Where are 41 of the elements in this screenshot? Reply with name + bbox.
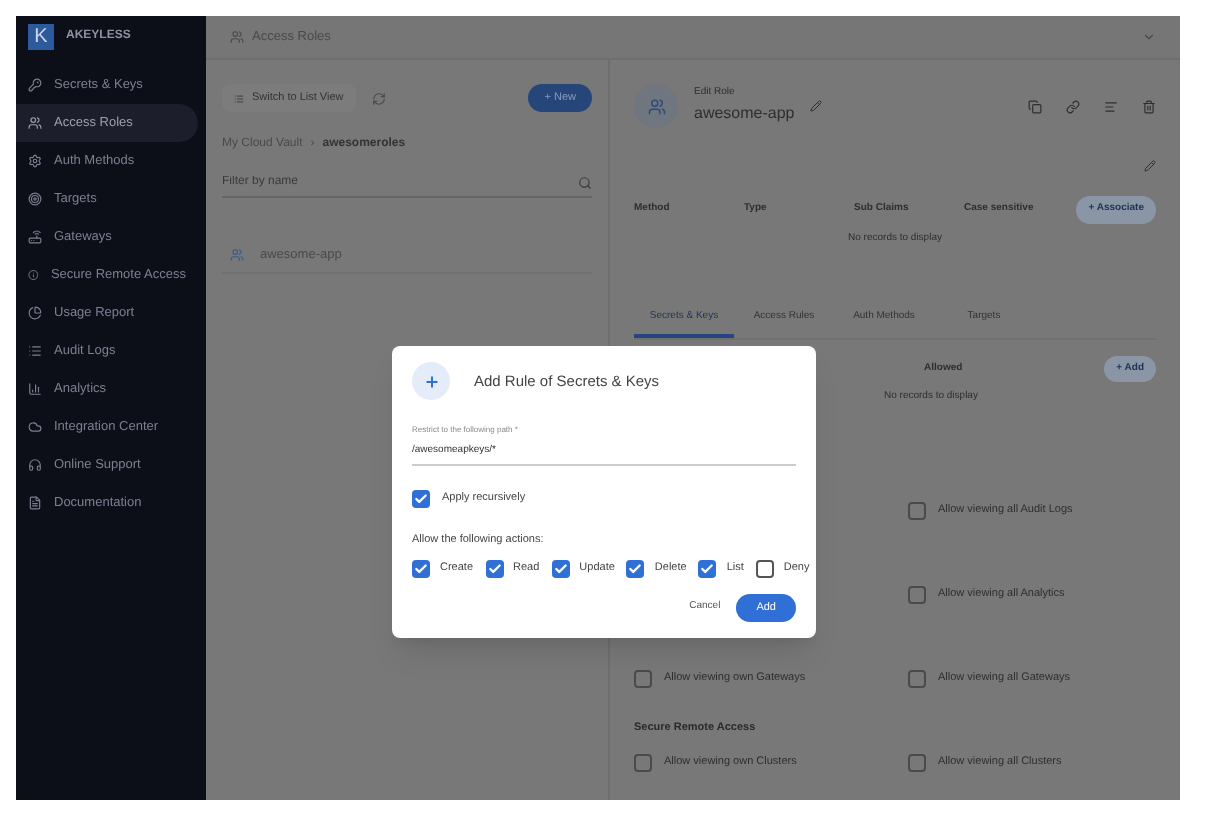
pencil-icon[interactable] xyxy=(1144,160,1156,172)
checkbox[interactable] xyxy=(908,501,926,519)
key-icon xyxy=(28,78,42,92)
link-icon[interactable] xyxy=(1066,99,1080,113)
headset-icon xyxy=(28,458,42,472)
caret-icon[interactable] xyxy=(1142,30,1156,44)
list-icon xyxy=(28,344,42,358)
checkbox[interactable] xyxy=(412,489,430,507)
target-icon xyxy=(28,192,42,206)
checkbox[interactable] xyxy=(412,559,430,578)
trash-icon[interactable] xyxy=(1142,99,1156,113)
search-icon[interactable] xyxy=(578,176,592,191)
checkbox[interactable] xyxy=(634,669,652,687)
checkbox[interactable] xyxy=(755,559,774,578)
logo: K xyxy=(28,24,54,50)
checkbox[interactable] xyxy=(626,559,645,578)
people-icon xyxy=(230,248,244,263)
refresh-icon[interactable] xyxy=(371,91,386,106)
checkbox[interactable] xyxy=(908,753,926,772)
checkbox[interactable] xyxy=(908,585,926,603)
gear-icon xyxy=(28,154,42,168)
checkbox[interactable] xyxy=(698,559,717,578)
list-icon xyxy=(234,93,244,104)
copy-icon[interactable] xyxy=(1028,99,1042,113)
bar-chart-icon xyxy=(28,382,42,396)
pie-chart-icon xyxy=(28,306,42,320)
checkbox[interactable] xyxy=(634,753,652,772)
pencil-icon[interactable] xyxy=(810,100,823,112)
role-name: awesome-app xyxy=(694,101,795,126)
people-icon xyxy=(230,30,244,44)
lines-icon[interactable] xyxy=(1104,99,1118,113)
checkbox[interactable] xyxy=(485,559,504,578)
role-avatar xyxy=(634,84,678,128)
checkbox[interactable] xyxy=(551,559,570,578)
checkbox[interactable] xyxy=(908,669,926,687)
document-icon xyxy=(28,496,42,510)
plus-icon xyxy=(412,362,450,400)
router-icon xyxy=(28,230,42,244)
cloud-icon xyxy=(28,420,42,434)
people-icon xyxy=(28,116,42,130)
info-icon xyxy=(28,268,39,282)
